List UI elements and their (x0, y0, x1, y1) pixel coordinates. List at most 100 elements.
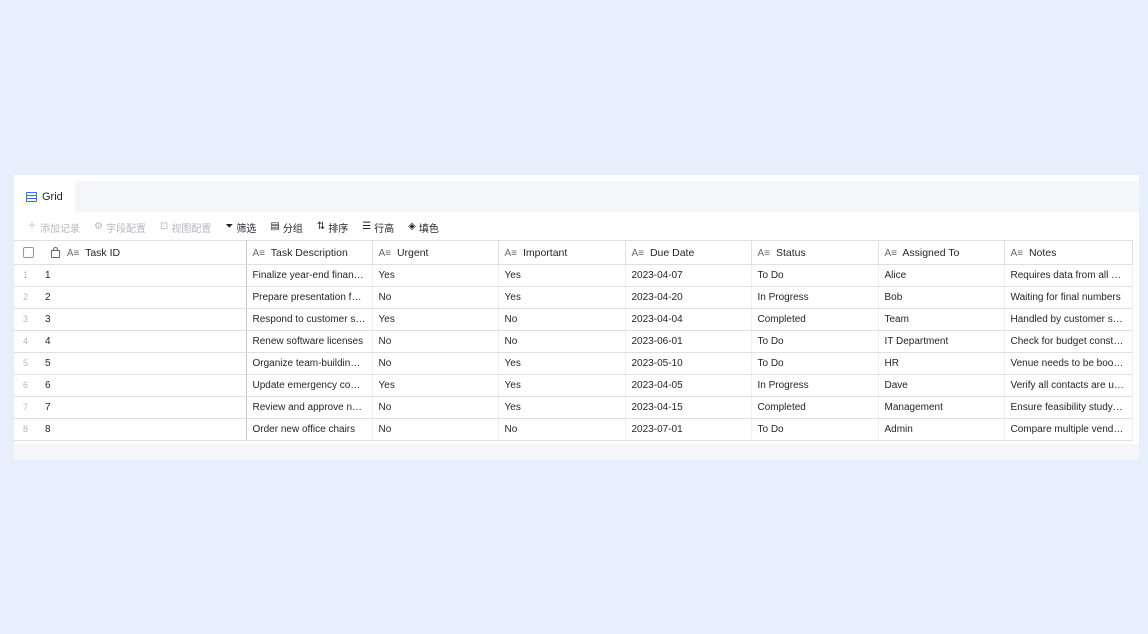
column-header-notes[interactable]: A≡ Notes (1004, 240, 1133, 265)
table-cell[interactable]: Dave (878, 374, 1005, 397)
table-cell[interactable]: 33 (14, 308, 247, 331)
column-header-due-date[interactable]: A≡ Due Date (625, 240, 752, 265)
tab-grid[interactable]: Grid (14, 181, 75, 212)
table-cell[interactable]: Management (878, 396, 1005, 419)
table-cell[interactable]: HR (878, 352, 1005, 375)
table-row[interactable]: 11Finalize year-end financial reportYesY… (14, 264, 1133, 287)
table-row[interactable]: 66Update emergency contact listYesYes202… (14, 374, 1133, 397)
table-cell[interactable]: 2023-06-01 (625, 330, 752, 353)
table-cell[interactable]: To Do (751, 418, 879, 441)
sort-label: 排序 (328, 223, 349, 235)
table-cell[interactable]: Alice (878, 264, 1005, 287)
table-cell[interactable]: 2023-04-20 (625, 286, 752, 309)
table-cell[interactable]: No (372, 330, 499, 353)
table-cell[interactable]: 2023-04-04 (625, 308, 752, 331)
table-cell[interactable]: Compare multiple vendors (1004, 418, 1133, 441)
table-cell[interactable]: Venue needs to be booked (1004, 352, 1133, 375)
table-cell[interactable]: 77 (14, 396, 247, 419)
column-header-status[interactable]: A≡ Status (751, 240, 879, 265)
table-cell[interactable]: No (498, 418, 626, 441)
table-cell[interactable]: Yes (372, 374, 499, 397)
row-height-button[interactable]: ☰ 行高 (362, 220, 394, 235)
table-row[interactable]: 77Review and approve new project proposa… (14, 396, 1133, 419)
field-config-button[interactable]: ⚙ 字段配置 (94, 220, 146, 235)
table-cell[interactable]: Yes (498, 286, 626, 309)
table-cell[interactable]: No (372, 286, 499, 309)
table-cell[interactable]: Check for budget constraints (1004, 330, 1133, 353)
table-cell[interactable]: Yes (498, 374, 626, 397)
table-cell[interactable]: 22 (14, 286, 247, 309)
table-cell[interactable]: Yes (498, 396, 626, 419)
sort-button[interactable]: ⇅ 排序 (317, 220, 348, 235)
table-cell[interactable]: Update emergency contact list (246, 374, 373, 397)
table-cell[interactable]: No (372, 352, 499, 375)
add-record-button[interactable]: ＋ 添加记录 (27, 220, 80, 235)
fill-color-button[interactable]: ◈ 填色 (408, 220, 439, 235)
table-cell[interactable]: Respond to customer service inquiries (246, 308, 373, 331)
table-cell[interactable]: No (372, 396, 499, 419)
table-cell[interactable]: 2023-04-15 (625, 396, 752, 419)
table-cell[interactable]: Order new office chairs (246, 418, 373, 441)
table-cell[interactable]: In Progress (751, 374, 879, 397)
table-cell[interactable]: 2023-07-01 (625, 418, 752, 441)
row-number: 3 (23, 314, 29, 324)
select-all-checkbox[interactable] (23, 247, 34, 259)
column-header-urgent[interactable]: A≡ Urgent (372, 240, 499, 265)
table-cell[interactable]: Waiting for final numbers (1004, 286, 1133, 309)
table-row[interactable]: 5 5 Organize team-building event No Yes 2023-… (14, 352, 1133, 375)
table-cell[interactable]: To Do (751, 330, 879, 353)
table-cell[interactable]: IT Department (878, 330, 1005, 353)
table-cell[interactable]: In Progress (751, 286, 879, 309)
table-cell[interactable]: Finalize year-end financial report (246, 264, 373, 287)
cell-value: 1 (45, 270, 51, 281)
column-header-task-id[interactable]: A≡ Task ID (14, 240, 247, 265)
table-row[interactable]: 8 8 Order new office chairs No No 2023-07-01 T… (14, 418, 1133, 441)
table-cell[interactable]: Team (878, 308, 1005, 331)
lock-icon (50, 246, 60, 258)
table-cell[interactable]: No (498, 330, 626, 353)
table-cell[interactable]: To Do (751, 264, 879, 287)
table-cell[interactable]: Organize team-building event (246, 352, 373, 375)
table-cell[interactable]: 55 (14, 352, 247, 375)
table-cell[interactable]: Yes (498, 264, 626, 287)
table-cell[interactable]: Admin (878, 418, 1005, 441)
table-cell[interactable]: 11 (14, 264, 247, 287)
table-cell[interactable]: Yes (372, 264, 499, 287)
table-cell[interactable]: 66 (14, 374, 247, 397)
table-cell[interactable]: To Do (751, 352, 879, 375)
table-cell[interactable]: 2023-04-05 (625, 374, 752, 397)
table-cell[interactable]: Prepare presentation for board meeting (246, 286, 373, 309)
table-cell[interactable]: Requires data from all departments (1004, 264, 1133, 287)
view-config-button[interactable]: ⊡ 视图配置 (160, 220, 211, 235)
column-header-assigned-to[interactable]: A≡ Assigned To (878, 240, 1005, 265)
group-icon: ▤ (270, 221, 280, 232)
column-header-task-description[interactable]: A≡ Task Description (246, 240, 373, 265)
cell-value: 3 (45, 314, 51, 325)
table-cell[interactable]: Yes (498, 352, 626, 375)
table-cell[interactable]: 88 (14, 418, 247, 441)
table-cell[interactable]: No (372, 418, 499, 441)
filter-button[interactable]: ⏷ 筛选 (225, 220, 256, 235)
grid-footer (14, 444, 1139, 460)
column-label: Status (775, 246, 806, 259)
table-cell[interactable]: 2023-05-10 (625, 352, 752, 375)
table-cell[interactable]: Completed (751, 308, 879, 331)
table-cell[interactable]: Completed (751, 396, 879, 419)
table-row[interactable]: 4 4 Renew software licenses No No 2023-06-01 T… (14, 330, 1133, 353)
table-cell[interactable]: Yes (372, 308, 499, 331)
table-cell[interactable]: Handled by customer service team (1004, 308, 1133, 331)
table-cell[interactable]: Renew software licenses (246, 330, 373, 353)
add-record-label: 添加记录 (40, 223, 80, 235)
table-cell[interactable]: 2023-04-07 (625, 264, 752, 287)
table-row[interactable]: 22Prepare presentation for board meeting… (14, 286, 1133, 309)
table-cell[interactable]: No (498, 308, 626, 331)
table-cell[interactable]: 44 (14, 330, 247, 353)
table-cell[interactable]: Verify all contacts are up to date (1004, 374, 1133, 397)
column-header-important[interactable]: A≡ Important (498, 240, 626, 265)
table-cell[interactable]: Review and approve new project proposals (246, 396, 373, 419)
table-cell[interactable]: Ensure feasibility study is complete (1004, 396, 1133, 419)
group-button[interactable]: ▤ 分组 (270, 220, 302, 235)
table-cell[interactable]: Bob (878, 286, 1005, 309)
cell-value: 2 (45, 292, 51, 303)
table-row[interactable]: 33Respond to customer service inquiriesY… (14, 308, 1133, 331)
